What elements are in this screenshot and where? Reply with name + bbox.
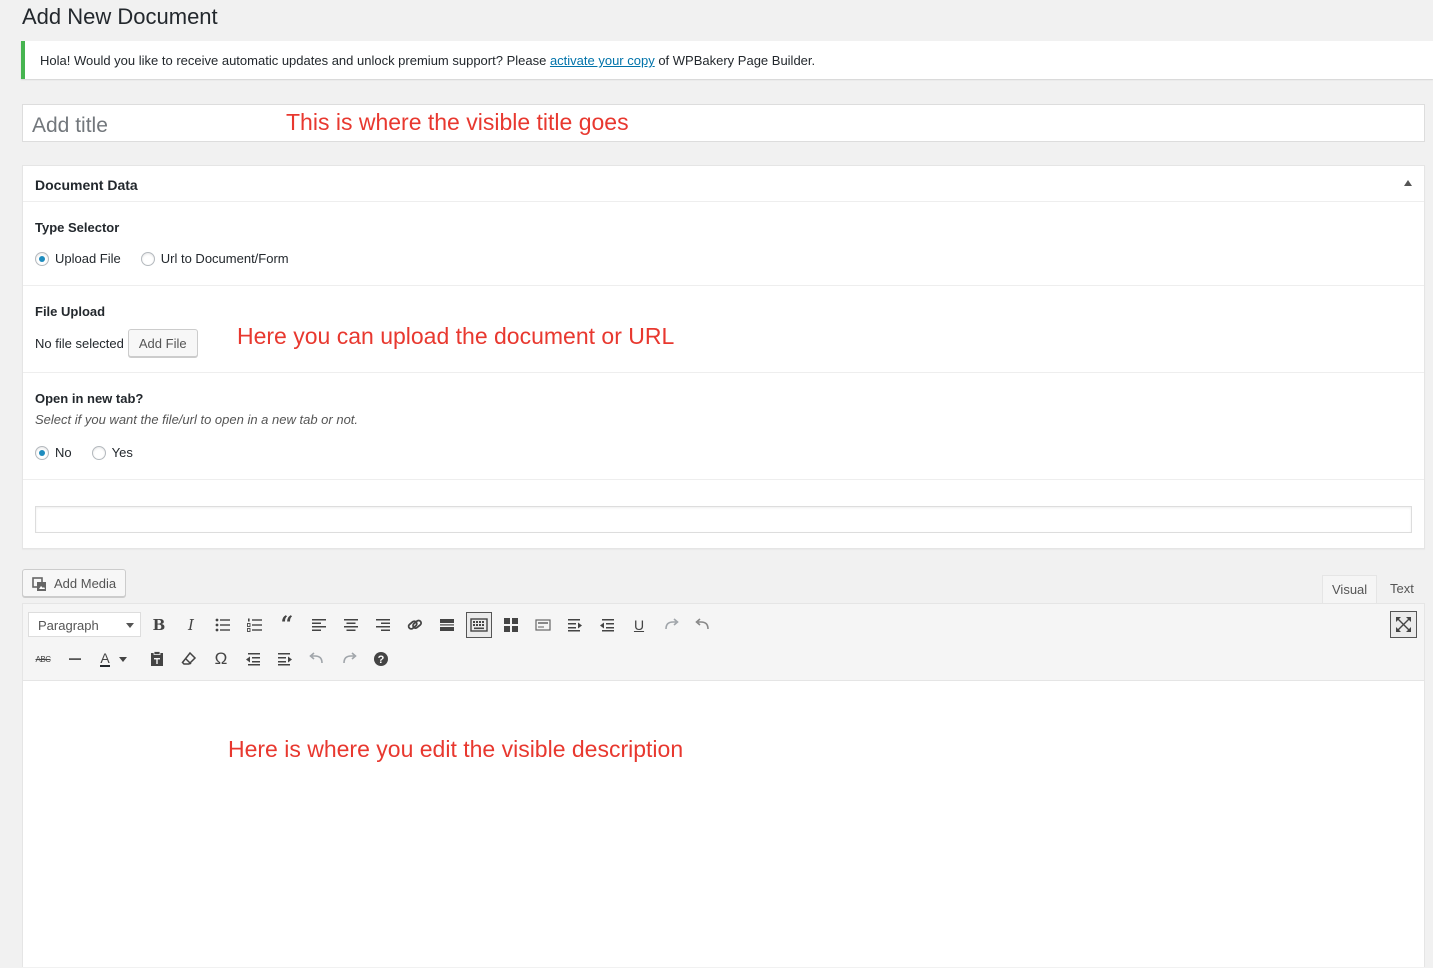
radio-upload-file-control[interactable]	[35, 251, 49, 266]
radio-yes[interactable]: Yes	[91, 445, 133, 460]
update-notice: Hola! Would you like to receive automati…	[21, 41, 1433, 79]
fullscreen-icon[interactable]	[1390, 611, 1417, 638]
chevron-down-icon	[119, 657, 127, 662]
bold-icon[interactable]: B	[147, 613, 171, 637]
special-character-icon[interactable]: Ω	[209, 647, 233, 671]
file-upload-field: File Upload	[35, 304, 105, 319]
type-selector-label: Type Selector	[35, 220, 120, 235]
add-media-icon	[32, 576, 47, 591]
description-annotation: Here is where you edit the visible descr…	[228, 736, 684, 762]
radio-no-label: No	[55, 445, 72, 460]
text-color-icon[interactable]: A	[93, 647, 127, 671]
radio-upload-file[interactable]: Upload File	[35, 251, 121, 266]
undo-icon[interactable]	[691, 613, 715, 637]
toolbar-toggle-icon[interactable]	[466, 612, 492, 638]
file-status: No file selected	[35, 335, 124, 351]
indent-icon[interactable]	[563, 613, 587, 637]
indent-icon[interactable]	[273, 647, 297, 671]
editor-content-area[interactable]	[23, 680, 1424, 968]
extra-input[interactable]	[35, 506, 1412, 533]
divider	[23, 479, 1424, 480]
outdent-icon[interactable]	[241, 647, 265, 671]
activate-link[interactable]: activate your copy	[550, 53, 655, 68]
align-right-icon[interactable]	[371, 613, 395, 637]
divider	[23, 372, 1424, 373]
align-left-icon[interactable]	[307, 613, 331, 637]
outdent-icon[interactable]	[595, 613, 619, 637]
template-icon[interactable]	[531, 613, 555, 637]
add-media-label: Add Media	[54, 575, 117, 591]
type-selector-options: Upload File Url to Document/Form	[35, 251, 309, 266]
radio-url-document-control[interactable]	[140, 251, 155, 266]
clear-format-icon[interactable]	[177, 647, 201, 671]
file-upload-row: No file selected Add File	[35, 329, 198, 357]
strikethrough-icon[interactable]: ABC	[31, 647, 55, 671]
align-center-icon[interactable]	[339, 613, 363, 637]
title-field-wrapper	[22, 104, 1425, 142]
svg-text:?: ?	[378, 654, 385, 666]
radio-no[interactable]: No	[35, 445, 72, 460]
add-file-button[interactable]: Add File	[127, 329, 198, 357]
radio-yes-control[interactable]	[91, 445, 106, 460]
new-tab-field: Open in new tab? Select if you want the …	[35, 391, 358, 427]
new-tab-options: No Yes	[35, 445, 153, 460]
numbered-list-icon[interactable]	[243, 613, 267, 637]
format-select-value: Paragraph	[38, 618, 99, 633]
divider	[23, 285, 1424, 286]
radio-yes-label: Yes	[111, 445, 133, 460]
notice-text-end: of WPBakery Page Builder.	[654, 53, 816, 68]
new-tab-label: Open in new tab?	[35, 391, 144, 406]
upload-annotation: Here you can upload the document or URL	[237, 323, 675, 349]
document-data-box: Document Data Type Selector Upload File …	[22, 165, 1425, 549]
title-annotation: This is where the visible title goes	[286, 109, 629, 135]
tab-text[interactable]: Text	[1381, 575, 1426, 604]
format-select[interactable]: Paragraph	[28, 612, 141, 637]
italic-icon[interactable]: I	[179, 613, 203, 637]
bullet-list-icon[interactable]	[211, 613, 235, 637]
blockquote-icon[interactable]: “	[275, 612, 299, 638]
paste-text-icon[interactable]	[145, 647, 169, 671]
page-title: Add New Document	[22, 4, 218, 29]
file-upload-label: File Upload	[35, 304, 106, 319]
radio-no-control[interactable]	[35, 445, 49, 460]
tab-visual[interactable]: Visual	[1322, 575, 1377, 604]
redo-icon[interactable]	[337, 647, 361, 671]
document-data-heading: Document Data	[35, 177, 138, 193]
editor-toolbar: Paragraph B I “ U ABC A Ω ?	[23, 604, 1424, 681]
horizontal-line-icon[interactable]	[63, 647, 87, 671]
read-more-icon[interactable]	[435, 613, 459, 637]
title-input[interactable]	[23, 105, 1424, 141]
content-editor: Paragraph B I “ U ABC A Ω ?	[22, 603, 1425, 967]
radio-url-document-label: Url to Document/Form	[160, 251, 289, 266]
radio-url-document[interactable]: Url to Document/Form	[140, 251, 289, 266]
new-tab-description: Select if you want the file/url to open …	[35, 412, 359, 427]
underline-icon[interactable]: U	[627, 613, 651, 637]
link-icon[interactable]	[403, 613, 427, 637]
help-icon[interactable]: ?	[369, 647, 393, 671]
redo-icon[interactable]	[659, 613, 683, 637]
chevron-down-icon	[126, 623, 134, 628]
add-media-button[interactable]: Add Media	[22, 569, 126, 597]
type-selector-field: Type Selector	[35, 220, 119, 235]
shortcode-grid-icon[interactable]	[499, 613, 523, 637]
document-data-header[interactable]: Document Data	[23, 166, 1424, 202]
undo-icon[interactable]	[305, 647, 329, 671]
radio-upload-file-label: Upload File	[55, 251, 121, 266]
notice-text: Hola! Would you like to receive automati…	[40, 53, 550, 68]
collapse-arrow-icon[interactable]	[1404, 180, 1412, 186]
